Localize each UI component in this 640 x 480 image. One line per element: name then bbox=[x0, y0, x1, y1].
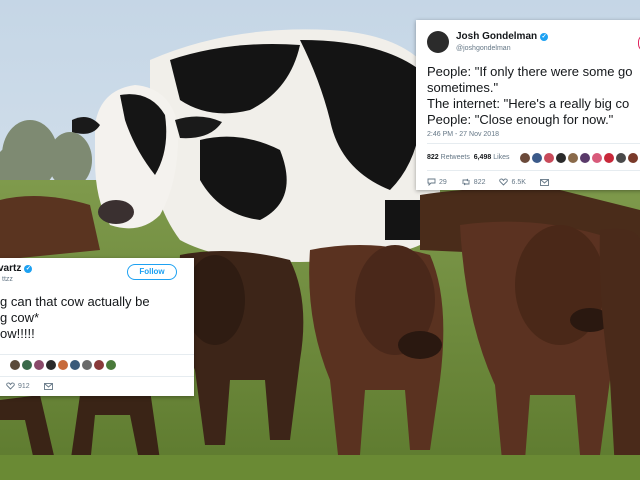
liker-avatar[interactable] bbox=[46, 360, 56, 370]
follow-button[interactable]: Follow bbox=[127, 264, 177, 280]
message-button[interactable] bbox=[43, 382, 56, 390]
tweet-actions: 29 822 6.5K bbox=[427, 178, 566, 186]
heart-icon bbox=[6, 382, 15, 390]
liker-avatar[interactable] bbox=[34, 360, 44, 370]
divider bbox=[427, 170, 640, 171]
liker-avatars[interactable] bbox=[520, 153, 638, 163]
tweet-card-right[interactable]: Josh Gondelman ✓ @joshgondelman People: "… bbox=[416, 20, 640, 190]
retweet-count: 822 bbox=[473, 178, 486, 186]
liker-avatar[interactable] bbox=[568, 153, 578, 163]
author-name-text[interactable]: vartz bbox=[0, 263, 21, 274]
divider bbox=[0, 376, 194, 377]
retweet-icon bbox=[462, 178, 470, 186]
reply-count: 29 bbox=[439, 178, 447, 186]
author-name[interactable]: vartz ✓ bbox=[0, 263, 33, 274]
tweet-timestamp[interactable]: 2:46 PM - 27 Nov 2018 bbox=[427, 131, 499, 138]
tweet-body: g can that cow actually be g cow* ow!!!!… bbox=[0, 294, 150, 341]
author-name-text[interactable]: Josh Gondelman bbox=[456, 31, 537, 42]
author-handle[interactable]: ttzz bbox=[2, 276, 13, 283]
liker-avatar[interactable] bbox=[556, 153, 566, 163]
liker-avatar[interactable] bbox=[544, 153, 554, 163]
author-handle[interactable]: @joshgondelman bbox=[456, 45, 511, 52]
reply-button[interactable]: 29 bbox=[427, 178, 447, 186]
retweet-total: 822 bbox=[427, 154, 439, 161]
like-button[interactable]: 6.5K bbox=[499, 178, 526, 186]
retweet-button[interactable]: 822 bbox=[461, 178, 486, 186]
liker-avatar[interactable] bbox=[604, 153, 614, 163]
liker-avatar[interactable] bbox=[520, 153, 530, 163]
like-button[interactable]: 912 bbox=[6, 382, 30, 390]
heart-icon bbox=[499, 178, 509, 186]
liker-avatar[interactable] bbox=[58, 360, 68, 370]
likes-label: Likes bbox=[493, 154, 510, 161]
liker-avatars[interactable] bbox=[10, 360, 116, 370]
liker-avatar[interactable] bbox=[106, 360, 116, 370]
liker-avatar[interactable] bbox=[94, 360, 104, 370]
liker-avatar[interactable] bbox=[82, 360, 92, 370]
foreground-grass bbox=[0, 455, 640, 480]
liker-avatar[interactable] bbox=[628, 153, 638, 163]
tweet-card-left[interactable]: vartz ✓ ttzz Follow g can that cow actual… bbox=[0, 258, 194, 396]
tweet-actions: 912 bbox=[6, 382, 70, 390]
liker-avatar[interactable] bbox=[616, 153, 626, 163]
divider bbox=[0, 354, 194, 355]
liker-avatar[interactable] bbox=[22, 360, 32, 370]
like-total: 6,498 bbox=[473, 154, 492, 161]
liker-avatar[interactable] bbox=[592, 153, 602, 163]
avatar[interactable] bbox=[427, 31, 449, 53]
envelope-icon bbox=[539, 178, 549, 186]
reply-icon bbox=[427, 178, 436, 186]
tweet-body: People: "If only there were some go some… bbox=[427, 64, 633, 127]
divider bbox=[427, 143, 640, 144]
verified-badge-icon: ✓ bbox=[24, 265, 33, 273]
verified-badge-icon: ✓ bbox=[540, 33, 549, 41]
retweets-label: Retweets bbox=[440, 154, 470, 161]
like-count: 912 bbox=[18, 382, 30, 390]
like-count: 6.5K bbox=[511, 178, 526, 186]
liker-avatar[interactable] bbox=[532, 153, 542, 163]
liker-avatar[interactable] bbox=[10, 360, 20, 370]
liker-avatar[interactable] bbox=[580, 153, 590, 163]
engagement-stats[interactable]: 822 Retweets 6,498 Likes bbox=[427, 154, 510, 161]
envelope-icon bbox=[43, 382, 53, 390]
author-name[interactable]: Josh Gondelman ✓ bbox=[456, 31, 549, 42]
liker-avatar[interactable] bbox=[70, 360, 80, 370]
message-button[interactable] bbox=[539, 178, 552, 186]
